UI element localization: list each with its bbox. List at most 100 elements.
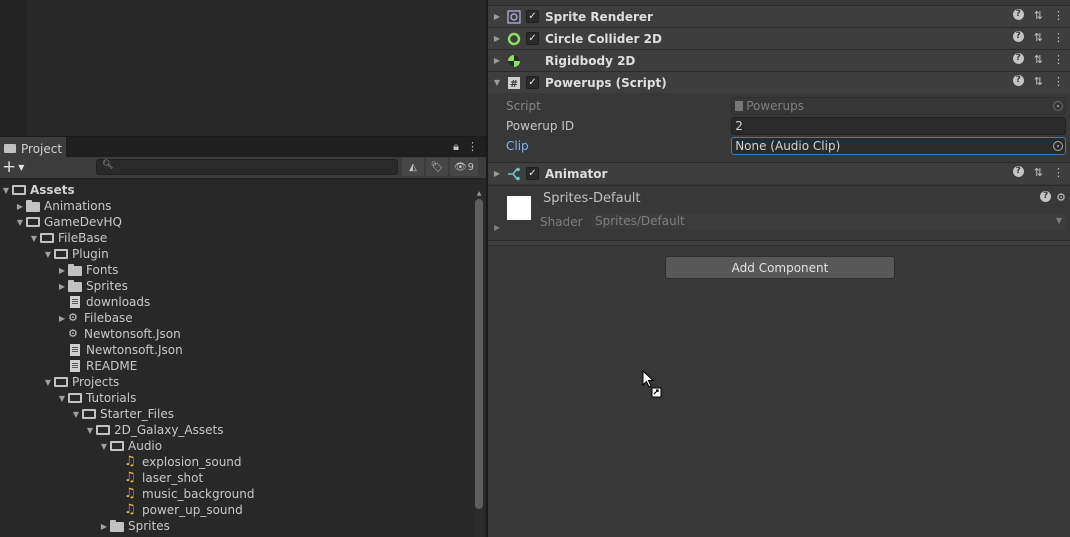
tree-item-label: 2D_Galaxy_Assets [114, 423, 224, 437]
enabled-checkbox[interactable]: ✓ [526, 10, 539, 23]
project-scrollbar[interactable]: ▲ [474, 190, 484, 537]
inspector-window: ▶ ✓ Sprite Renderer ? ⇅ ⋮ ▶ ✓ Circle Col… [488, 0, 1070, 537]
expand-arrow-icon[interactable]: ▶ [488, 56, 506, 65]
tree-item[interactable]: ▼ Projects [42, 374, 119, 390]
expand-arrow-icon[interactable]: ▶ [56, 314, 68, 323]
preset-sliders-icon[interactable]: ⇅ [1034, 53, 1043, 66]
collapse-arrow-icon[interactable]: ▼ [0, 186, 12, 195]
tab-project[interactable]: Project [0, 137, 66, 158]
tree-item[interactable]: ▶ ⚙ Filebase [56, 310, 133, 326]
tree-item[interactable]: ▶ Animations [14, 198, 112, 214]
collapse-arrow-icon[interactable]: ▼ [14, 218, 26, 227]
help-icon[interactable]: ? [1012, 53, 1024, 64]
script-label: Script [506, 99, 541, 113]
enabled-checkbox[interactable]: ✓ [526, 76, 539, 89]
component-animator[interactable]: ▶ ✓ Animator ? ⇅ ⋮ [488, 162, 1070, 184]
expand-arrow-icon[interactable]: ▶ [494, 223, 500, 232]
tree-item[interactable]: ▶ Fonts [56, 262, 118, 278]
collapse-arrow-icon[interactable]: ▼ [28, 234, 40, 243]
component-tools: ? ⇅ ⋮ [1012, 166, 1064, 179]
expand-arrow-icon[interactable]: ▶ [14, 202, 26, 211]
kebab-menu-icon[interactable]: ⋮ [1053, 75, 1064, 88]
tree-item[interactable]: ▼ Starter_Files [70, 406, 174, 422]
clip-field[interactable]: None (Audio Clip) [731, 137, 1066, 155]
help-icon[interactable]: ? [1040, 191, 1052, 202]
tree-item-label: laser_shot [142, 471, 204, 485]
hidden-packages-button[interactable]: 👁︎ 9 [450, 158, 478, 176]
enabled-checkbox[interactable]: ✓ [526, 167, 539, 180]
create-button[interactable]: + ▼ [2, 158, 28, 176]
expand-arrow-icon[interactable]: ▶ [98, 522, 110, 531]
tree-item[interactable]: ♫ power_up_sound [112, 502, 243, 518]
project-toolbar: + ▼ 🔍︎ ◭ 🏷︎ 👁︎ 9 [0, 157, 486, 179]
enabled-checkbox[interactable]: ✓ [526, 32, 539, 45]
tree-item[interactable]: ▼ Plugin [42, 246, 109, 262]
tree-item[interactable]: downloads [56, 294, 150, 310]
preset-sliders-icon[interactable]: ⇅ [1034, 75, 1043, 88]
tree-item-label: Sprites [86, 279, 128, 293]
tree-item[interactable]: ▶ Sprites [56, 278, 128, 294]
expand-arrow-icon[interactable]: ▶ [56, 266, 68, 275]
collapse-arrow-icon[interactable]: ▼ [84, 426, 96, 435]
tree-item[interactable]: README [56, 358, 137, 374]
kebab-menu-icon[interactable]: ⋮ [1053, 166, 1064, 179]
tree-item[interactable]: ▼ 2D_Galaxy_Assets [84, 422, 224, 438]
expand-arrow-icon[interactable]: ▶ [488, 169, 506, 178]
kebab-menu-icon[interactable]: ⋮ [1053, 9, 1064, 22]
search-by-type-button[interactable]: ◭ [402, 158, 424, 176]
component-sprite-renderer[interactable]: ▶ ✓ Sprite Renderer ? ⇅ ⋮ [488, 5, 1070, 27]
eye-slash-icon: 👁︎ [453, 161, 467, 173]
script-value: Powerups [746, 99, 804, 113]
help-icon[interactable]: ? [1012, 166, 1024, 177]
animator-icon [506, 166, 522, 182]
tree-item[interactable]: ⚙ Newtonsoft.Json [56, 326, 181, 342]
search-by-label-button[interactable]: 🏷︎ [426, 158, 448, 176]
preset-sliders-icon[interactable]: ⇅ [1034, 31, 1043, 44]
gear-icon[interactable]: ⚙ [1056, 191, 1066, 204]
component-powerups-script[interactable]: ▼ # ✓ Powerups (Script) ? ⇅ ⋮ [488, 71, 1070, 93]
tree-item[interactable]: Newtonsoft.Json [56, 342, 183, 358]
collapse-arrow-icon[interactable]: ▼ [42, 250, 54, 259]
collapse-arrow-icon[interactable]: ▼ [56, 394, 68, 403]
help-icon[interactable]: ? [1012, 9, 1024, 20]
tree-item-label: Sprites [128, 519, 170, 533]
scroll-thumb[interactable] [475, 199, 483, 509]
preset-sliders-icon[interactable]: ⇅ [1034, 166, 1043, 179]
project-tree: ▼ Assets ▶ Animations ▼ GameDevHQ ▼ FileBase ▼ Pl… [0, 180, 472, 537]
tree-item[interactable]: ▼ Assets [0, 182, 75, 198]
component-rigidbody-2d[interactable]: ▶ Rigidbody 2D ? ⇅ ⋮ [488, 49, 1070, 71]
tree-item[interactable]: ▶ Sprites [98, 518, 170, 534]
collapse-arrow-icon[interactable]: ▼ [42, 378, 54, 387]
collapse-arrow-icon[interactable]: ▼ [70, 410, 82, 419]
expand-arrow-icon[interactable]: ▶ [56, 282, 68, 291]
scene-view[interactable] [0, 0, 486, 136]
collapse-arrow-icon[interactable]: ▼ [98, 442, 110, 451]
help-icon[interactable]: ? [1012, 75, 1024, 86]
scroll-up-icon[interactable]: ▲ [474, 190, 484, 197]
kebab-menu-icon[interactable]: ⋮ [467, 140, 478, 154]
tree-item[interactable]: ▼ Audio [98, 438, 162, 454]
kebab-menu-icon[interactable]: ⋮ [1053, 53, 1064, 66]
expand-arrow-icon[interactable]: ▶ [488, 12, 506, 21]
tree-item[interactable]: ▼ FileBase [28, 230, 107, 246]
tree-item[interactable]: ♫ laser_shot [112, 470, 203, 486]
tree-item[interactable]: ▼ Tutorials [56, 390, 136, 406]
preset-sliders-icon[interactable]: ⇅ [1034, 9, 1043, 22]
tree-item-label: music_background [142, 487, 255, 501]
folder-open-icon [110, 441, 124, 451]
kebab-menu-icon[interactable]: ⋮ [1053, 31, 1064, 44]
component-circle-collider-2d[interactable]: ▶ ✓ Circle Collider 2D ? ⇅ ⋮ [488, 27, 1070, 49]
powerup-id-field[interactable]: 2 [731, 117, 1066, 135]
cursor-copy-icon [642, 370, 662, 398]
expand-arrow-icon[interactable]: ▶ [488, 34, 506, 43]
help-icon[interactable]: ? [1012, 31, 1024, 42]
tree-item[interactable]: ♫ music_background [112, 486, 254, 502]
collapse-arrow-icon[interactable]: ▼ [488, 78, 506, 87]
tree-item[interactable]: ▼ GameDevHQ [14, 214, 122, 230]
add-component-button[interactable]: Add Component [665, 256, 895, 279]
tree-item[interactable]: ♫ explosion_sound [112, 454, 242, 470]
lock-icon[interactable]: 🔒︎ [453, 140, 459, 154]
object-picker-icon[interactable] [1053, 141, 1063, 151]
search-input[interactable]: 🔍︎ [96, 159, 398, 175]
component-title: Rigidbody 2D [545, 53, 636, 68]
